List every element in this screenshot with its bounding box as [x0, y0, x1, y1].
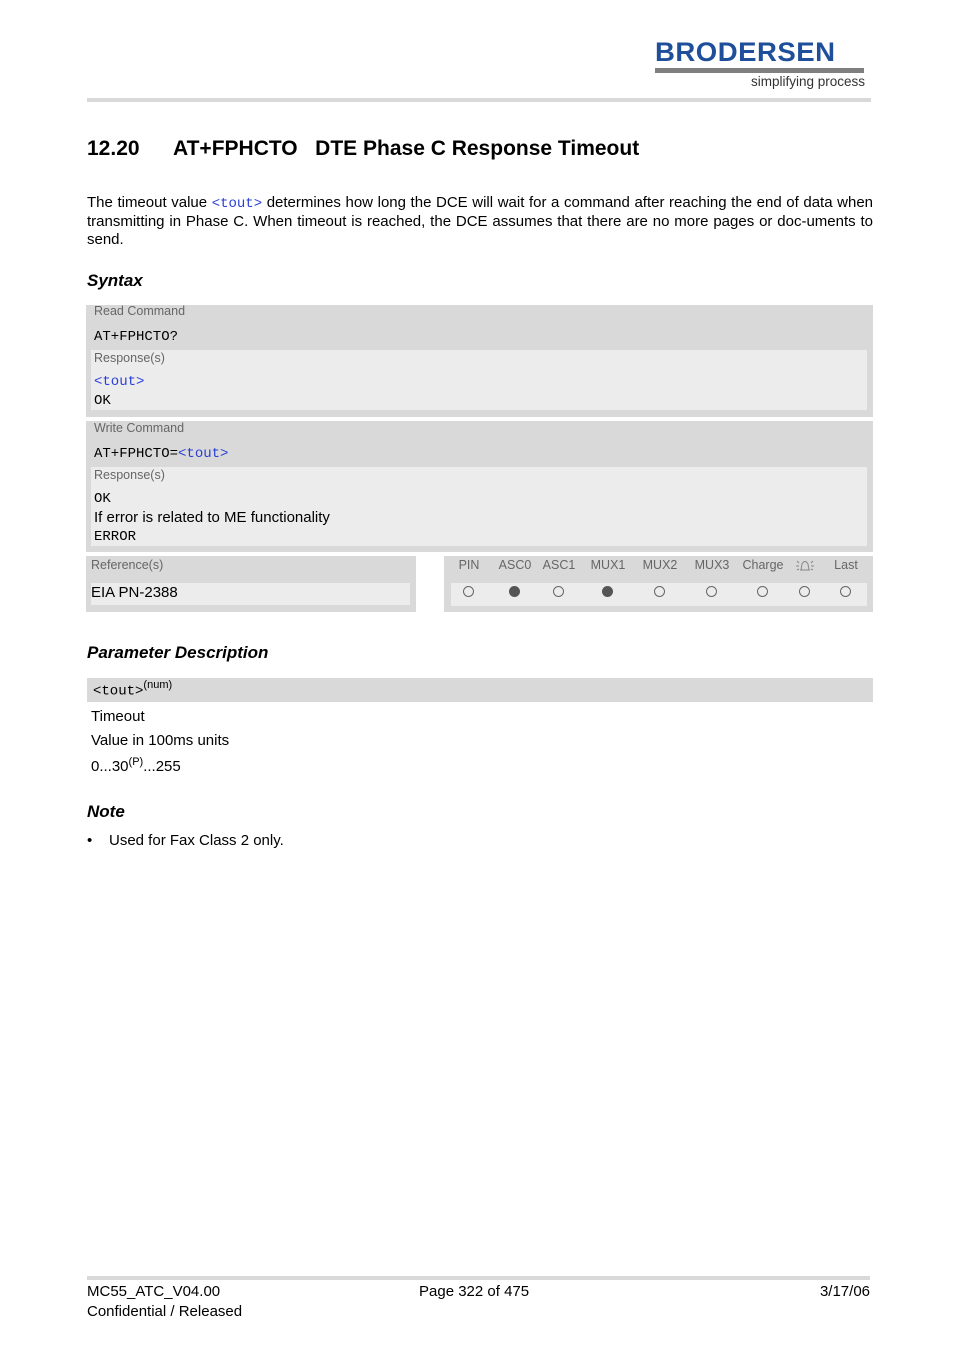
- indicator-mux2: [654, 586, 665, 597]
- col-mux1: MUX1: [590, 558, 626, 572]
- read-command-label: Read Command: [94, 304, 186, 318]
- indicator-pin: [463, 586, 474, 597]
- col-last: Last: [834, 558, 858, 572]
- indicator-charge: [757, 586, 768, 597]
- parameter-type: (num): [143, 679, 173, 691]
- parameter-line-1: Timeout: [91, 708, 145, 725]
- write-response-ok: OK: [94, 491, 111, 507]
- write-response-label: Response(s): [94, 468, 165, 482]
- section-title: 12.20 AT+FPHCTO DTE Phase C Response Time…: [87, 137, 639, 161]
- parameter-header-bar: [87, 678, 873, 702]
- col-mux3: MUX3: [694, 558, 730, 572]
- write-command-label: Write Command: [94, 421, 185, 435]
- write-response-box: [91, 467, 867, 546]
- read-response-label: Response(s): [94, 351, 165, 365]
- write-command: AT+FPHCTO=<tout>: [94, 446, 228, 462]
- write-response-error: ERROR: [94, 529, 137, 545]
- range-default-marker: (P): [128, 756, 144, 768]
- col-pin: PIN: [458, 558, 480, 572]
- parameter-line-2: Value in 100ms units: [91, 732, 230, 749]
- intro-paragraph: The timeout value <tout> determines how …: [87, 194, 873, 249]
- col-asc1: ASC1: [542, 558, 576, 572]
- note-heading: Note: [87, 802, 125, 821]
- footer-divider: [87, 1276, 870, 1280]
- write-error-note: If error is related to ME functionality: [94, 509, 330, 526]
- col-mux2: MUX2: [642, 558, 678, 572]
- read-response-ok: OK: [94, 393, 111, 409]
- indicator-mux1: [602, 586, 613, 597]
- indicator-mux3: [706, 586, 717, 597]
- footer-date: 3/17/06: [819, 1283, 870, 1300]
- brodersen-logo: BRODERSEN: [655, 37, 836, 67]
- read-command: AT+FPHCTO?: [94, 329, 179, 345]
- reference-label: Reference(s): [91, 558, 164, 572]
- header-divider: [87, 98, 871, 102]
- read-response-box: [91, 350, 867, 410]
- read-response-param[interactable]: <tout>: [94, 374, 144, 390]
- write-command-param[interactable]: <tout>: [178, 446, 228, 462]
- note-text: Used for Fax Class 2 only.: [109, 832, 284, 849]
- parameter-name: <tout>(num): [93, 679, 172, 699]
- section-title-text: DTE Phase C Response Timeout: [315, 137, 640, 160]
- range-start: 0...30: [91, 758, 129, 775]
- logo-bar: [655, 68, 864, 73]
- reference-value: EIA PN-2388: [91, 584, 178, 601]
- logo-tagline: simplifying process: [750, 74, 865, 89]
- indicator-alarm-clock-icon: [799, 586, 810, 597]
- write-command-prefix: AT+FPHCTO=: [94, 446, 179, 462]
- parameter-description-heading: Parameter Description: [87, 643, 269, 662]
- footer-status: Confidential / Released: [87, 1303, 243, 1320]
- col-asc0: ASC0: [498, 558, 532, 572]
- section-command: AT+FPHCTO: [173, 137, 298, 160]
- indicator-asc1: [553, 586, 564, 597]
- alarm-clock-icon: [793, 557, 817, 576]
- range-end: ...255: [143, 758, 181, 775]
- footer-page: Page 322 of 475: [419, 1283, 530, 1300]
- intro-text-1: The timeout value: [87, 194, 212, 211]
- indicator-last: [840, 586, 851, 597]
- tout-link[interactable]: <tout>: [212, 196, 262, 212]
- col-charge: Charge: [742, 558, 784, 572]
- section-number: 12.20: [87, 137, 140, 160]
- syntax-heading: Syntax: [87, 271, 143, 290]
- parameter-name-text: <tout>: [93, 683, 144, 700]
- note-bullet: • Used for Fax Class 2 only.: [87, 832, 284, 849]
- indicator-asc0: [509, 586, 520, 597]
- footer-doc-id: MC55_ATC_V04.00: [87, 1283, 221, 1300]
- parameter-range: 0...30(P)...255: [91, 756, 181, 775]
